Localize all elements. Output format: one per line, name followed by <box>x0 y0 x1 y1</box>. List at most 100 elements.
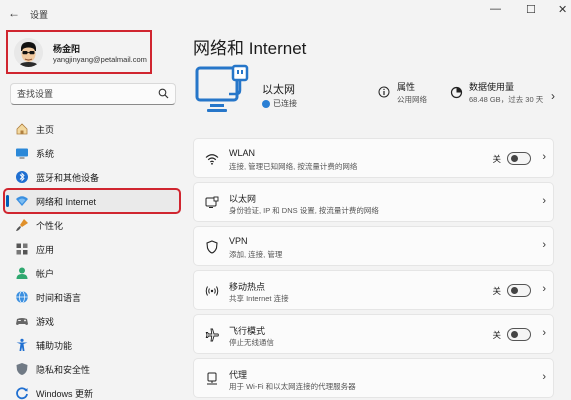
bluetooth-icon <box>14 169 29 184</box>
minimize-button[interactable]: — <box>490 3 501 15</box>
card-title: WLAN <box>229 148 256 158</box>
card-title: 移动热点 <box>229 282 266 292</box>
card-title: VPN <box>229 236 248 246</box>
sidebar-item-label: 隐私和安全性 <box>36 365 91 375</box>
vpn-card[interactable]: VPN 添加, 连接, 管理 › <box>193 226 554 266</box>
toggle-state-label: 关 <box>492 330 501 340</box>
data-usage-icon <box>450 86 463 102</box>
chevron-right-icon[interactable]: › <box>551 89 555 103</box>
sidebar-item-apps[interactable]: 应用 <box>4 237 180 261</box>
card-subtitle: 共享 Internet 连接 <box>229 294 289 303</box>
sidebar-item-gaming[interactable]: 游戏 <box>4 309 180 333</box>
ethernet-icon <box>204 195 220 211</box>
sidebar-item-network[interactable]: 网络和 Internet <box>3 188 181 214</box>
app-title: 设置 <box>30 10 49 20</box>
main-content: 网络和 Internet 以太网 已连接 属性 公用网络 数据使用量 68.48… <box>193 28 563 400</box>
title-bar: ← 设置 — ☐ ✕ <box>0 0 571 28</box>
chevron-right-icon[interactable]: › <box>542 283 546 295</box>
sidebar-item-accessibility[interactable]: 辅助功能 <box>4 333 180 357</box>
back-arrow-icon[interactable]: ← <box>8 6 20 20</box>
person-icon <box>14 265 29 280</box>
sidebar-item-label: 主页 <box>36 125 55 135</box>
properties-title: 属性 <box>397 82 416 92</box>
card-title: 代理 <box>229 370 248 380</box>
sidebar-item-label: 帐户 <box>36 269 55 279</box>
ethernet-status-header: 以太网 已连接 属性 公用网络 数据使用量 68.48 GB，过去 30 天 › <box>193 62 571 126</box>
accessibility-icon <box>14 337 29 352</box>
sidebar-item-accounts[interactable]: 帐户 <box>4 261 180 285</box>
proxy-card[interactable]: 代理 用于 Wi-Fi 和以太网连接的代理服务器 › <box>193 358 554 398</box>
home-icon <box>14 121 29 136</box>
connection-name: 以太网 <box>262 84 295 96</box>
sidebar-item-label: 游戏 <box>36 317 55 327</box>
sidebar-item-home[interactable]: 主页 <box>4 117 180 141</box>
toggle-knob <box>511 331 518 338</box>
card-subtitle: 身份验证, IP 和 DNS 设置, 按流量计费的网络 <box>229 206 379 215</box>
chevron-right-icon[interactable]: › <box>542 239 546 251</box>
chevron-right-icon[interactable]: › <box>542 371 546 383</box>
card-subtitle: 停止无线通信 <box>229 338 274 347</box>
close-button[interactable]: ✕ <box>558 3 567 16</box>
monitor-icon <box>14 145 29 160</box>
sidebar-item-label: 时间和语言 <box>36 293 82 303</box>
sidebar-item-system[interactable]: 系统 <box>4 141 180 165</box>
apps-icon <box>14 241 29 256</box>
hotspot-icon <box>204 283 220 299</box>
user-email: yangjinyang@petalmail.com <box>53 55 147 64</box>
connection-status-text: 已连接 <box>273 99 297 108</box>
data-usage-subtitle: 68.48 GB，过去 30 天 <box>469 95 544 104</box>
sidebar: 杨金阳 yangjinyang@petalmail.com 主页 系统 蓝牙和其… <box>0 28 185 400</box>
sidebar-item-privacy[interactable]: 隐私和安全性 <box>4 357 180 381</box>
proxy-icon <box>204 371 220 387</box>
search-box[interactable] <box>10 83 176 105</box>
connected-status-icon <box>262 99 270 108</box>
ethernet-card[interactable]: 以太网 身份验证, IP 和 DNS 设置, 按流量计费的网络 › <box>193 182 554 222</box>
airplane-icon <box>204 327 220 343</box>
sidebar-item-label: Windows 更新 <box>36 389 94 399</box>
sidebar-nav: 主页 系统 蓝牙和其他设备 网络和 Internet 个性化 应用 帐户 时间和… <box>0 117 185 400</box>
card-subtitle: 连接, 管理已知网络, 按流量计费的网络 <box>229 162 358 171</box>
chevron-right-icon[interactable]: › <box>542 195 546 207</box>
active-indicator <box>6 195 9 207</box>
airplane-mode-card[interactable]: 飞行模式 停止无线通信 关 › <box>193 314 554 354</box>
hotspot-toggle[interactable] <box>507 284 531 297</box>
globe-icon <box>14 289 29 304</box>
maximize-button[interactable]: ☐ <box>526 3 536 16</box>
wifi-icon <box>14 193 29 208</box>
sidebar-item-personalization[interactable]: 个性化 <box>4 213 180 237</box>
sidebar-item-label: 应用 <box>36 245 55 255</box>
sidebar-item-label: 蓝牙和其他设备 <box>36 173 100 183</box>
search-icon[interactable] <box>158 88 169 102</box>
wlan-card[interactable]: WLAN 连接, 管理已知网络, 按流量计费的网络 关 › <box>193 138 554 178</box>
user-profile[interactable]: 杨金阳 yangjinyang@petalmail.com <box>6 30 152 74</box>
shield-icon <box>14 361 29 376</box>
network-monitor-icon <box>195 64 251 125</box>
toggle-knob <box>511 287 518 294</box>
mobile-hotspot-card[interactable]: 移动热点 共享 Internet 连接 关 › <box>193 270 554 310</box>
data-usage-title: 数据使用量 <box>469 82 515 92</box>
search-input[interactable] <box>17 87 157 101</box>
chevron-right-icon[interactable]: › <box>542 327 546 339</box>
user-name: 杨金阳 <box>53 44 81 54</box>
toggle-state-label: 关 <box>492 286 501 296</box>
card-subtitle: 用于 Wi-Fi 和以太网连接的代理服务器 <box>229 382 356 391</box>
sidebar-item-label: 个性化 <box>36 221 64 231</box>
sidebar-item-time-language[interactable]: 时间和语言 <box>4 285 180 309</box>
vpn-shield-icon <box>204 239 220 255</box>
avatar <box>14 38 43 67</box>
update-icon <box>14 385 29 400</box>
wlan-toggle[interactable] <box>507 152 531 165</box>
chevron-right-icon[interactable]: › <box>542 151 546 163</box>
sidebar-item-label: 网络和 Internet <box>36 197 97 207</box>
airplane-mode-toggle[interactable] <box>507 328 531 341</box>
toggle-state-label: 关 <box>492 154 501 164</box>
sidebar-item-bluetooth[interactable]: 蓝牙和其他设备 <box>4 165 180 189</box>
gamepad-icon <box>14 313 29 328</box>
connection-status: 已连接 <box>262 98 297 109</box>
wifi-icon <box>204 151 220 167</box>
card-subtitle: 添加, 连接, 管理 <box>229 250 283 259</box>
properties-subtitle: 公用网络 <box>397 95 427 104</box>
sidebar-item-windows-update[interactable]: Windows 更新 <box>4 381 180 400</box>
page-title: 网络和 Internet <box>193 39 307 58</box>
card-title: 以太网 <box>229 194 257 204</box>
